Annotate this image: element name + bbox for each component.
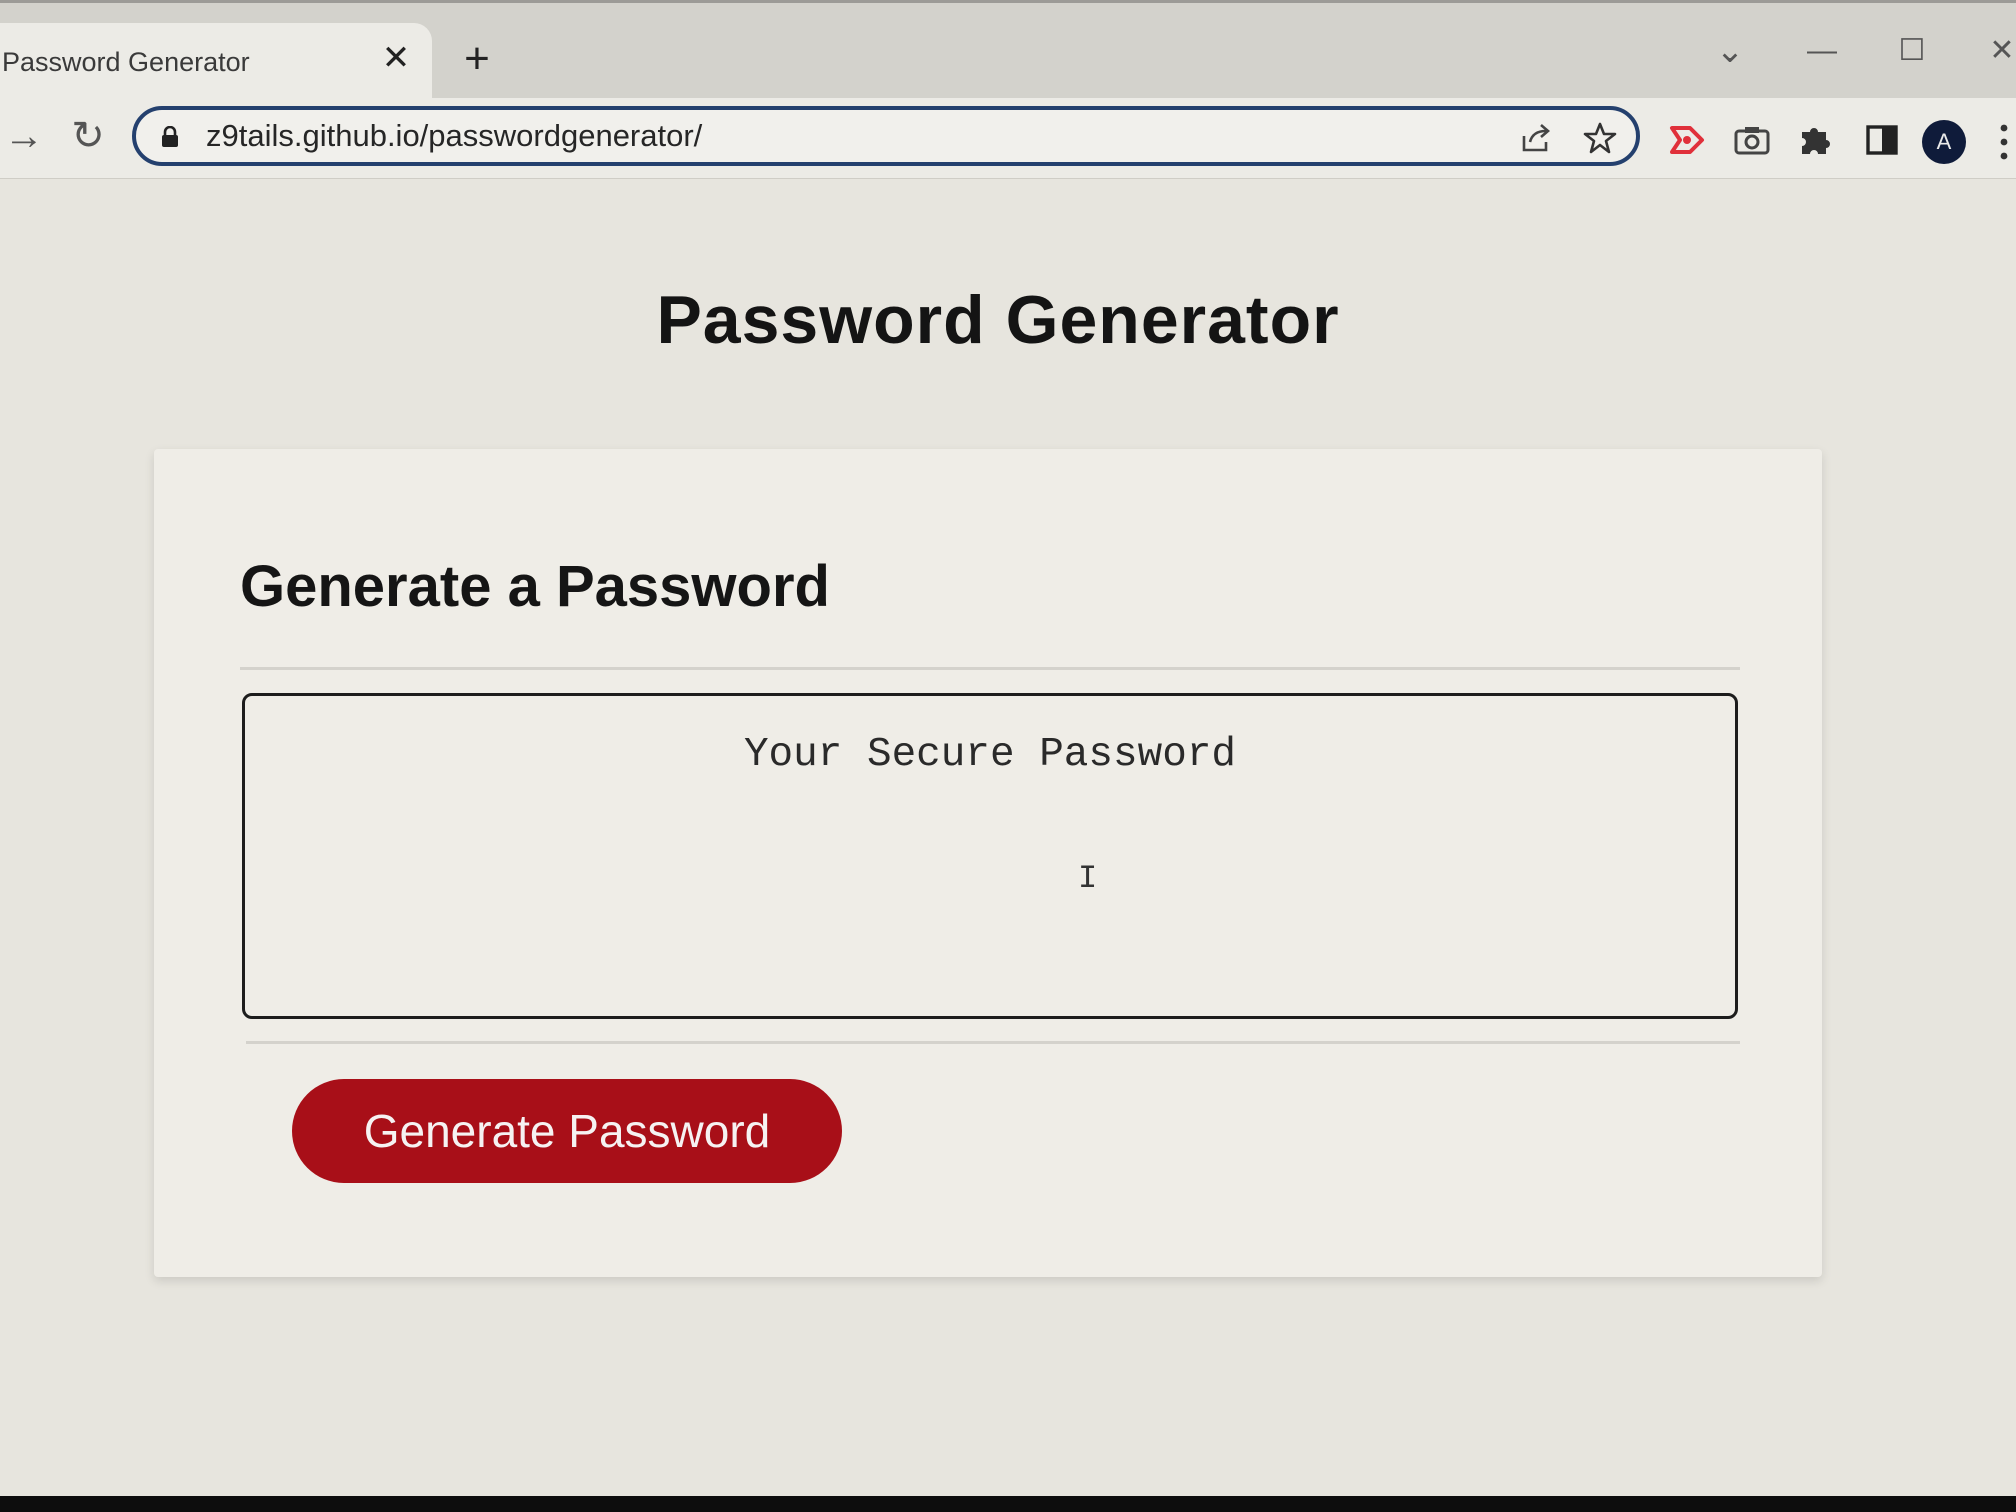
red-extension-icon[interactable] — [1666, 120, 1706, 160]
forward-icon[interactable]: → — [2, 114, 46, 158]
card-header-divider — [240, 667, 1740, 670]
address-bar[interactable]: z9tails.github.io/passwordgenerator/ — [132, 106, 1640, 166]
page-title: Password Generator — [656, 282, 1340, 358]
tab-close-icon[interactable]: ✕ — [380, 41, 412, 75]
password-card: Generate a Password I Generate Password — [154, 449, 1822, 1277]
password-output-field[interactable] — [242, 693, 1738, 1019]
window-close-icon[interactable]: ✕ — [1984, 33, 2016, 69]
side-panel-icon[interactable] — [1862, 120, 1902, 160]
browser-toolbar: → ↻ z9tails.github.io/passwordgenerator/… — [0, 98, 2016, 179]
camera-icon[interactable] — [1732, 120, 1772, 160]
card-header: Generate a Password — [240, 554, 830, 619]
maximize-icon[interactable]: ☐ — [1894, 33, 1930, 69]
page-viewport: Password Generator Generate a Password I… — [0, 179, 2016, 1512]
kebab-menu-icon[interactable] — [1996, 122, 2012, 162]
new-tab-icon[interactable]: + — [458, 37, 496, 81]
star-icon[interactable] — [1582, 120, 1618, 156]
reload-icon[interactable]: ↻ — [66, 114, 110, 158]
tab-search-chevron-icon[interactable]: ⌄ — [1712, 33, 1748, 69]
monitor-bezel — [0, 1496, 2016, 1512]
minimize-icon[interactable]: — — [1804, 33, 1840, 69]
generate-password-button[interactable]: Generate Password — [292, 1079, 842, 1183]
profile-avatar[interactable]: A — [1922, 120, 1966, 164]
puzzle-icon[interactable] — [1796, 120, 1836, 160]
card-footer-divider — [246, 1041, 1740, 1044]
tab-title: Password Generator — [2, 47, 250, 77]
share-icon[interactable] — [1518, 120, 1554, 156]
url-text[interactable]: z9tails.github.io/passwordgenerator/ — [206, 118, 702, 154]
text-cursor-icon: I — [1078, 860, 1098, 897]
browser-tab[interactable]: Password Generator ✕ — [0, 23, 432, 101]
lock-icon[interactable] — [160, 126, 180, 148]
browser-tab-strip: Password Generator ✕ + ⌄ — ☐ ✕ — [0, 0, 2016, 101]
